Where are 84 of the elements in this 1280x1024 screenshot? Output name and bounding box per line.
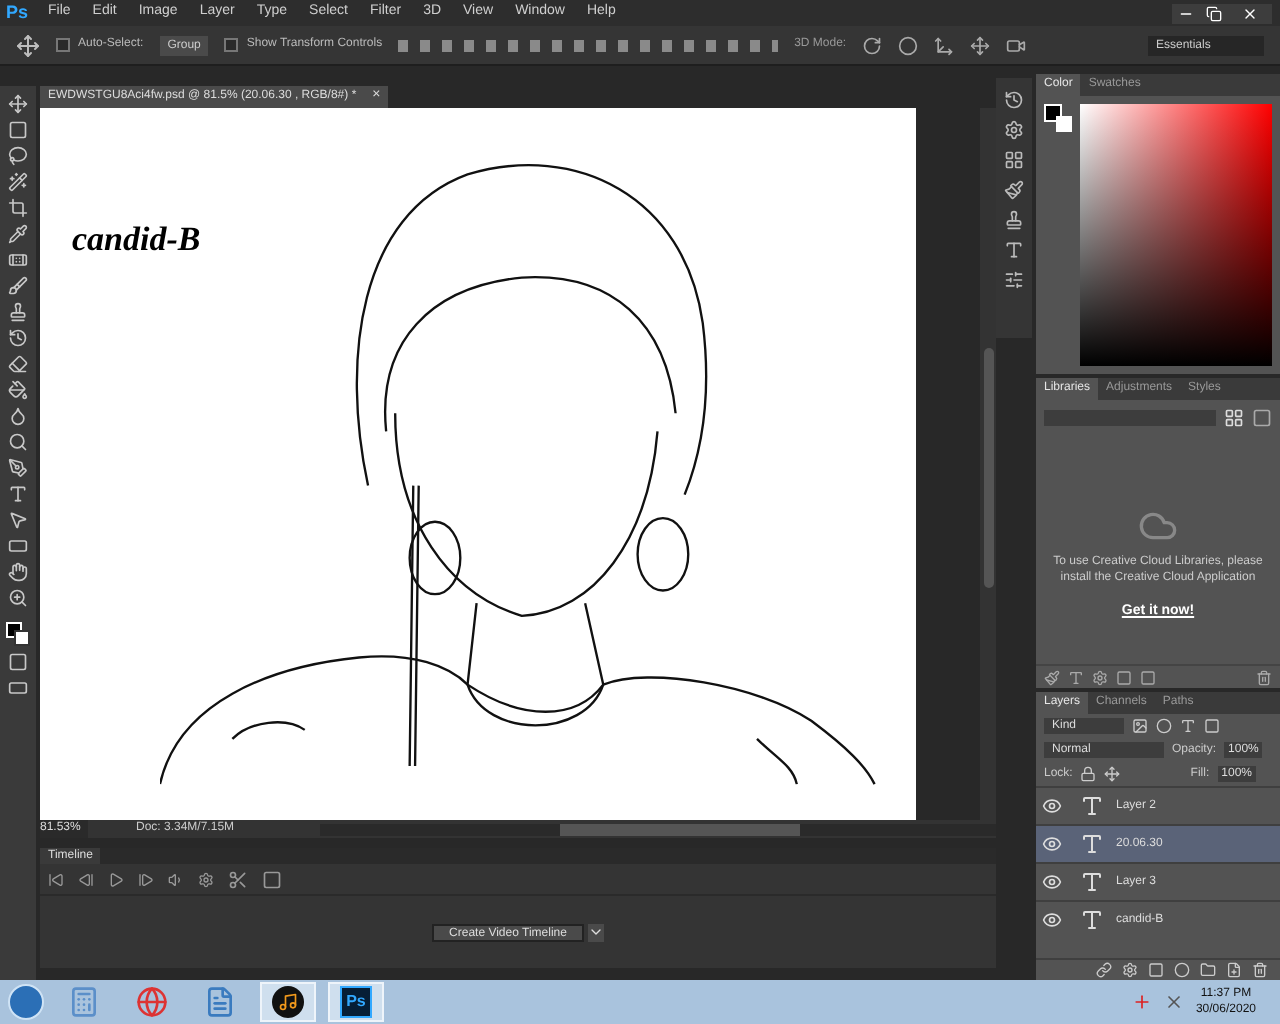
play-icon[interactable]	[108, 871, 124, 887]
shape-filter-icon[interactable]	[1204, 718, 1220, 734]
app-logo: Ps	[6, 0, 29, 26]
close-button[interactable]	[1228, 3, 1272, 23]
layer-style-icon[interactable]	[1092, 669, 1108, 685]
previous-frame-icon[interactable]	[78, 871, 94, 887]
horizontal-scrollbar[interactable]	[320, 823, 996, 835]
globe-icon[interactable]	[136, 986, 168, 1018]
rotate-3d-icon[interactable]	[862, 35, 883, 55]
history-icon[interactable]	[1004, 90, 1024, 110]
type-icon[interactable]	[8, 484, 28, 504]
text-layer-icon	[1080, 908, 1104, 932]
checkbox[interactable]	[224, 38, 239, 52]
settings-icon[interactable]	[198, 871, 214, 887]
crop-icon[interactable]	[8, 198, 28, 218]
audio-icon[interactable]	[168, 871, 184, 887]
lock-icon[interactable]	[1080, 766, 1097, 782]
stamp-icon[interactable]	[8, 302, 28, 322]
visibility-icon[interactable]	[1042, 834, 1062, 854]
list-view-icon[interactable]	[1252, 408, 1272, 428]
photoshop-app-icon[interactable]: Ps	[340, 986, 372, 1018]
lasso-icon[interactable]	[8, 146, 28, 166]
swatch-pair[interactable]	[1044, 104, 1072, 132]
slide-3d-icon[interactable]	[970, 35, 991, 55]
music-icon	[278, 992, 298, 1012]
square-icon[interactable]	[8, 120, 28, 140]
character-style-icon[interactable]	[1068, 669, 1084, 685]
start-button[interactable]	[8, 984, 44, 1020]
brush-icon[interactable]	[8, 276, 28, 296]
bandage-icon[interactable]	[8, 250, 28, 270]
canvas[interactable]: candid-B	[40, 108, 916, 820]
taskbar-app[interactable]	[260, 982, 316, 1022]
taskbar-app[interactable]: Ps	[328, 982, 384, 1022]
visibility-icon[interactable]	[1042, 872, 1062, 892]
history-brush-icon[interactable]	[8, 328, 28, 348]
caret-icon	[588, 924, 605, 940]
checkbox[interactable]	[56, 38, 70, 52]
pipette-icon[interactable]	[8, 224, 28, 244]
pointer-icon[interactable]	[8, 510, 28, 530]
link-icon[interactable]	[1096, 962, 1112, 978]
trash-icon[interactable]	[1252, 962, 1268, 978]
magnifier-icon[interactable]	[8, 432, 28, 452]
properties-icon[interactable]	[1004, 120, 1024, 140]
camera-icon[interactable]	[1006, 35, 1027, 55]
lock-position-icon[interactable]	[1104, 766, 1121, 782]
droplet-icon[interactable]	[8, 406, 28, 426]
clone-source-icon[interactable]	[1004, 210, 1024, 230]
first-frame-icon[interactable]	[48, 871, 64, 887]
new-layer-icon[interactable]	[1226, 962, 1242, 978]
move-icon[interactable]	[8, 94, 28, 114]
color-spectrum[interactable]	[1080, 104, 1272, 366]
media-app-icon[interactable]	[272, 986, 304, 1018]
vertical-scrollbar[interactable]	[980, 108, 996, 820]
next-frame-icon[interactable]	[138, 871, 154, 887]
wand-icon[interactable]	[8, 172, 28, 192]
pen-icon[interactable]	[8, 458, 28, 478]
visibility-icon[interactable]	[1042, 910, 1062, 930]
library-trash-icon[interactable]	[1256, 669, 1272, 685]
visibility-icon[interactable]	[1042, 796, 1062, 816]
rectangle-icon[interactable]	[8, 536, 28, 556]
drag-3d-icon[interactable]	[934, 35, 955, 55]
zoom-icon[interactable]	[8, 588, 28, 608]
brush-preset-icon[interactable]	[1004, 180, 1024, 200]
grid-icon[interactable]	[1004, 150, 1024, 170]
grid-view-icon[interactable]	[1224, 408, 1244, 428]
type-filter-icon[interactable]	[1180, 718, 1196, 734]
text-layer-icon	[1080, 870, 1104, 894]
minimize-button[interactable]	[1172, 3, 1200, 23]
timeline-options-button[interactable]	[588, 923, 605, 941]
paint-bucket-icon[interactable]	[8, 380, 28, 400]
eraser-icon[interactable]	[8, 354, 28, 374]
scissors-icon[interactable]	[228, 869, 248, 889]
close-icon	[1242, 5, 1258, 21]
folder-icon[interactable]	[1200, 962, 1216, 978]
canvas-text: candid-B	[72, 218, 201, 262]
pixel-filter-icon[interactable]	[1132, 718, 1148, 734]
text-layer-icon	[1080, 832, 1104, 856]
hand-icon[interactable]	[8, 562, 28, 582]
color-swatches[interactable]	[6, 622, 30, 646]
text-layer-icon	[1080, 794, 1104, 818]
character-icon[interactable]	[1004, 240, 1024, 260]
move-tool-icon[interactable]	[16, 33, 40, 57]
restore-icon	[1206, 5, 1222, 21]
brush-icon[interactable]	[1044, 669, 1060, 685]
